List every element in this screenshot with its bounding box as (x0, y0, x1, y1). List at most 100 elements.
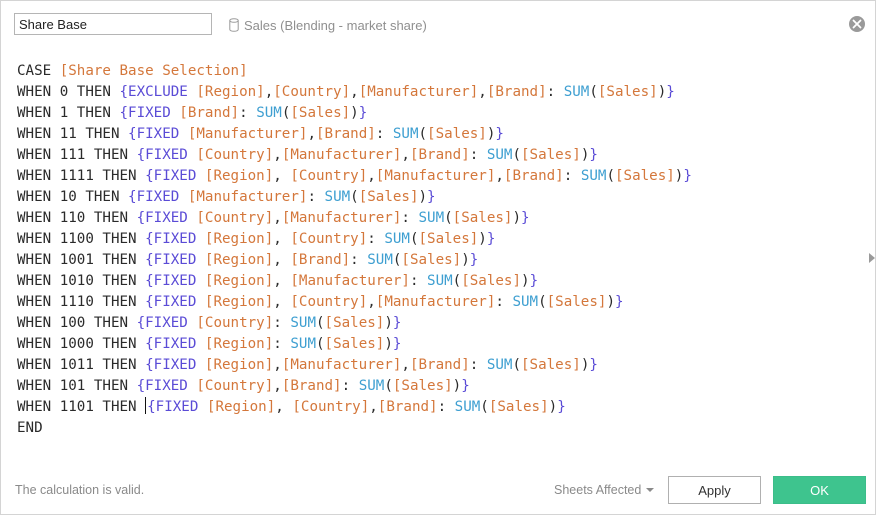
lod-token: {FIXED (145, 252, 205, 268)
apply-button[interactable]: Apply (668, 476, 761, 504)
function-token: SUM (486, 147, 513, 163)
punct-token: , (273, 294, 291, 310)
field-token: [Country] (196, 147, 274, 163)
field-token: [Manufacturer] (375, 168, 496, 184)
lod-token: {FIXED (136, 315, 197, 331)
formula-editor[interactable]: CASE [Share Base Selection] WHEN 0 THEN {… (17, 61, 867, 441)
punct-token: : (273, 336, 291, 352)
field-token: [Manufacturer] (281, 357, 402, 373)
punct-token: , (273, 168, 291, 184)
field-token: [Country] (292, 399, 370, 415)
code-line: WHEN 0 THEN {EXCLUDE [Region],[Country],… (17, 82, 867, 103)
keyword-token: WHEN 111 THEN (17, 147, 137, 163)
lod-token: {FIXED (119, 105, 180, 121)
keyword-token: WHEN 1001 THEN (17, 252, 146, 268)
calculation-name-input[interactable] (14, 13, 212, 35)
keyword-token: WHEN 1011 THEN (17, 357, 146, 373)
code-line: WHEN 101 THEN {FIXED [Country],[Brand]: … (17, 376, 867, 397)
function-token: SUM (563, 84, 590, 100)
lod-token: {FIXED (136, 147, 197, 163)
field-token: [Region] (196, 84, 265, 100)
punct-token: : (563, 168, 581, 184)
punct-token: ( (384, 378, 393, 394)
punct-token: , (273, 378, 282, 394)
punct-token: , (307, 126, 316, 142)
lod-token: {FIXED (145, 336, 205, 352)
lod-token: } (495, 126, 504, 142)
datasource-name: Sales (Blending - market share) (244, 17, 427, 33)
lod-token: } (427, 189, 436, 205)
field-token: [Region] (204, 231, 274, 247)
lod-token: {FIXED (128, 126, 188, 142)
lod-token: } (486, 231, 496, 247)
field-token: [Region] (204, 294, 274, 310)
function-token: SUM (512, 294, 539, 310)
punct-token: ) (478, 231, 487, 247)
punct-token: ( (444, 210, 453, 226)
field-token: [Sales] (324, 336, 385, 352)
keyword-token: WHEN 110 THEN (17, 210, 137, 226)
text-cursor (145, 397, 147, 414)
field-token: [Country] (196, 315, 274, 331)
punct-token: : (437, 399, 455, 415)
lod-token: {FIXED (145, 231, 205, 247)
keyword-token: WHEN 100 THEN (17, 315, 137, 331)
lod-token: } (392, 336, 402, 352)
field-token: [Sales] (358, 189, 419, 205)
function-token: SUM (367, 252, 393, 268)
field-token: [Brand] (503, 168, 564, 184)
field-token: [Share Base Selection] (59, 63, 248, 79)
punct-token: , (350, 84, 359, 100)
datasource-label: Sales (Blending - market share) (229, 16, 427, 34)
code-line: WHEN 100 THEN {FIXED [Country]: SUM([Sal… (17, 313, 867, 334)
close-icon[interactable] (848, 15, 866, 33)
field-token: [Manufacturer] (281, 210, 402, 226)
field-token: [Manufacturer] (187, 189, 308, 205)
punct-token: , (273, 147, 282, 163)
code-line: WHEN 1000 THEN {FIXED [Region]: SUM([Sal… (17, 334, 867, 355)
punct-token: , (367, 294, 376, 310)
field-token: [Brand] (179, 105, 240, 121)
lod-token: } (666, 84, 675, 100)
punct-token: : (307, 189, 325, 205)
punct-token: , (273, 210, 282, 226)
punct-token: ( (315, 315, 325, 331)
punct-token: : (367, 231, 385, 247)
lod-token: {FIXED (136, 210, 197, 226)
punct-token: , (275, 399, 293, 415)
field-token: [Country] (290, 168, 368, 184)
field-token: [Region] (204, 336, 274, 352)
lod-token: {EXCLUDE (119, 84, 197, 100)
field-token: [Manufacturer] (375, 294, 496, 310)
punct-token: : (495, 294, 513, 310)
punct-token: ) (521, 273, 530, 289)
punct-token: ) (512, 210, 522, 226)
keyword-token: WHEN 11 THEN (17, 126, 129, 142)
field-token: [Sales] (427, 126, 487, 142)
punct-token: ( (409, 231, 419, 247)
code-line: WHEN 1 THEN {FIXED [Brand]: SUM([Sales])… (17, 103, 867, 124)
field-token: [Sales] (488, 399, 549, 415)
function-token: SUM (290, 336, 316, 352)
punct-token: ( (512, 357, 522, 373)
punct-token: ( (350, 189, 359, 205)
field-token: [Sales] (452, 210, 513, 226)
field-token: [Sales] (614, 168, 675, 184)
sheets-affected-dropdown[interactable]: Sheets Affected (554, 483, 655, 497)
field-token: [Region] (204, 357, 274, 373)
field-token: [Brand] (377, 399, 438, 415)
code-line: WHEN 110 THEN {FIXED [Country],[Manufact… (17, 208, 867, 229)
code-line: WHEN 111 THEN {FIXED [Country],[Manufact… (17, 145, 867, 166)
ok-button[interactable]: OK (773, 476, 866, 504)
punct-token: ( (589, 84, 598, 100)
lod-token: } (683, 168, 692, 184)
punct-token: ) (657, 84, 667, 100)
lod-token: } (529, 273, 539, 289)
chevron-right-icon[interactable] (869, 253, 875, 263)
field-token: [Sales] (392, 378, 453, 394)
keyword-token: WHEN 1 THEN (17, 105, 120, 121)
keyword-token: WHEN 1100 THEN (17, 231, 146, 247)
keyword-token: WHEN 1111 THEN (17, 168, 146, 184)
punct-token: ( (452, 273, 462, 289)
function-token: SUM (454, 399, 481, 415)
